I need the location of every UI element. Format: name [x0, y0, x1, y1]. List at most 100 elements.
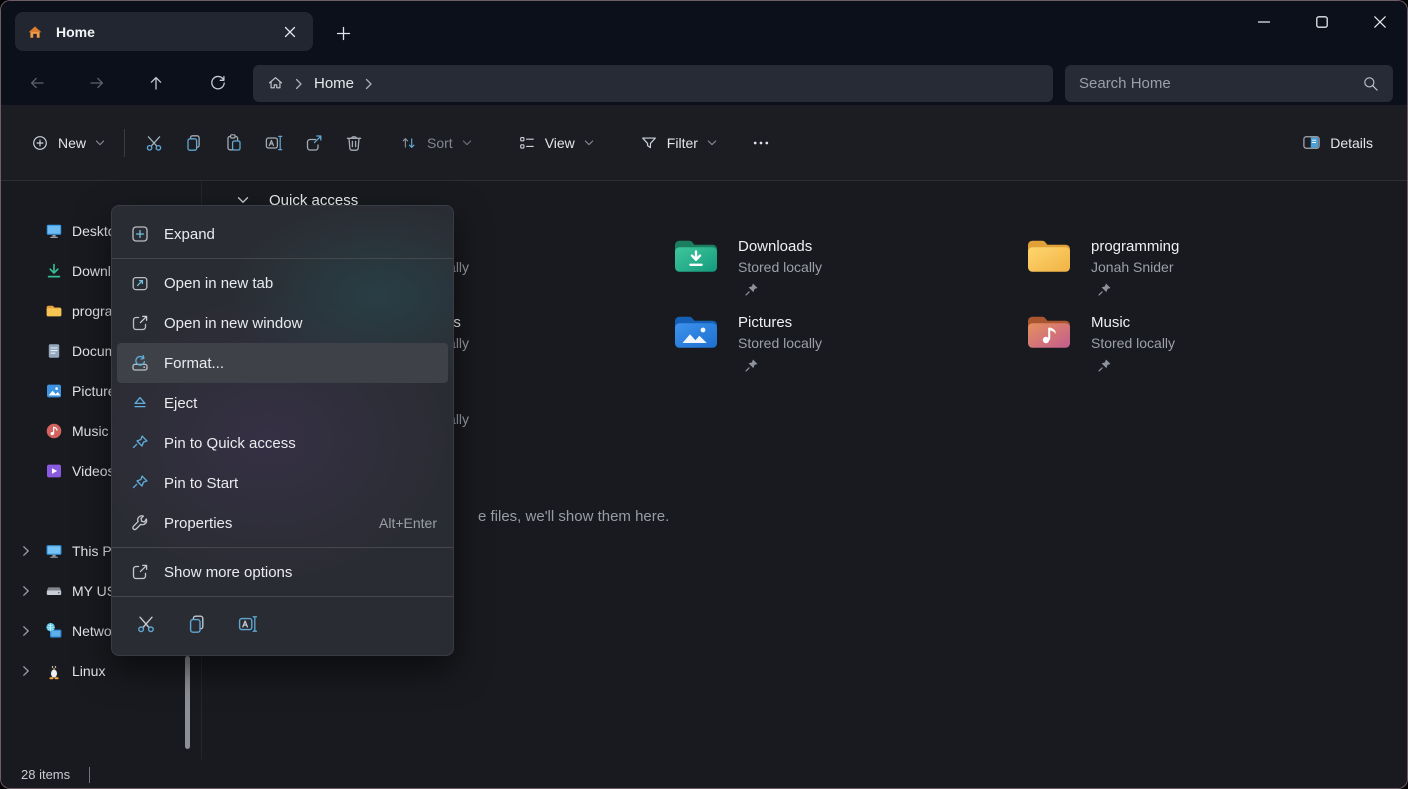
rename-icon — [237, 613, 259, 635]
show-more-options-icon — [130, 562, 150, 582]
pin-icon — [744, 358, 822, 373]
menu-item-label: Eject — [164, 395, 437, 412]
tab-close-button[interactable] — [277, 19, 303, 45]
pictures-icon — [45, 382, 63, 400]
documents-icon — [45, 342, 63, 360]
tile-programming[interactable]: programming Jonah Snider — [1026, 236, 1179, 297]
filter-button[interactable]: Filter — [630, 123, 727, 163]
paste-button[interactable] — [214, 123, 254, 163]
menu-item-shortcut: Alt+Enter — [379, 515, 437, 531]
back-arrow-icon — [28, 74, 46, 92]
view-button-label: View — [545, 135, 575, 151]
copy-icon — [186, 613, 208, 635]
view-icon — [518, 134, 536, 152]
menu-item-label: Open in new tab — [164, 275, 437, 292]
chevron-right-icon[interactable] — [21, 545, 31, 557]
details-pane-icon — [1302, 133, 1321, 152]
open-in-new-window-icon — [130, 313, 150, 333]
search-icon[interactable] — [1362, 75, 1379, 92]
cut-button[interactable] — [128, 606, 164, 642]
tile-subtitle: Jonah Snider — [1091, 257, 1179, 278]
search-input[interactable]: Search Home — [1065, 65, 1393, 102]
cut-icon — [144, 133, 164, 153]
up-button[interactable] — [139, 67, 173, 99]
menu-item-eject[interactable]: Eject — [112, 383, 453, 423]
menu-item-pin-to-quick-access[interactable]: Pin to Quick access — [112, 423, 453, 463]
tile-name: Pictures — [738, 313, 822, 333]
tile-music[interactable]: Music Stored locally — [1026, 312, 1175, 373]
tab-title: Home — [56, 24, 277, 40]
folder-icon — [45, 302, 63, 320]
videos-icon — [45, 462, 63, 480]
menu-separator — [112, 258, 453, 259]
new-button[interactable]: New — [21, 123, 115, 163]
tab-home[interactable]: Home — [15, 12, 313, 51]
refresh-icon — [209, 74, 227, 92]
menu-item-properties[interactable]: Properties Alt+Enter — [112, 503, 453, 543]
rename-button[interactable] — [254, 123, 294, 163]
details-button[interactable]: Details — [1292, 123, 1383, 163]
pin-icon — [1097, 282, 1179, 297]
chevron-right-icon[interactable] — [21, 585, 31, 597]
sidebar-item-label: Videos — [72, 463, 115, 479]
context-menu: Expand Open in new tab Open in new windo… — [111, 205, 454, 656]
pin-icon — [1097, 358, 1175, 373]
menu-item-expand[interactable]: Expand — [112, 214, 453, 254]
view-button[interactable]: View — [508, 123, 604, 163]
cut-button[interactable] — [134, 123, 174, 163]
new-tab-button[interactable] — [329, 19, 357, 47]
tile-downloads[interactable]: Downloads Stored locally — [673, 236, 822, 297]
tile-name: Downloads — [738, 237, 822, 257]
minimize-button[interactable] — [1235, 1, 1293, 43]
computer-icon — [45, 542, 63, 560]
tile-pictures[interactable]: Pictures Stored locally — [673, 312, 822, 373]
copy-button[interactable] — [174, 123, 214, 163]
forward-button[interactable] — [80, 67, 114, 99]
sidebar-item-label: Linux — [72, 663, 105, 679]
sort-button-label: Sort — [427, 135, 453, 151]
sidebar-item-linux[interactable]: Linux — [1, 651, 199, 691]
new-plus-icon — [31, 134, 49, 152]
folder-downloads-icon — [673, 236, 719, 276]
folder-icon — [1026, 236, 1072, 276]
up-arrow-icon — [147, 74, 165, 92]
delete-button[interactable] — [334, 123, 374, 163]
folder-pictures-icon — [673, 312, 719, 352]
chevron-right-icon[interactable] — [21, 665, 31, 677]
window-controls — [1235, 1, 1408, 43]
chevron-down-icon[interactable] — [237, 196, 249, 205]
sort-button[interactable]: Sort — [390, 123, 482, 163]
tile-subtitle: Stored locally — [1091, 333, 1175, 354]
breadcrumb[interactable]: Home — [253, 65, 1053, 102]
more-options-button[interactable] — [741, 123, 781, 163]
menu-item-format[interactable]: Format... — [117, 343, 448, 383]
menu-item-open-in-new-window[interactable]: Open in new window — [112, 303, 453, 343]
close-window-button[interactable] — [1351, 1, 1408, 43]
share-button[interactable] — [294, 123, 334, 163]
format-drive-icon — [130, 353, 150, 373]
menu-item-pin-to-start[interactable]: Pin to Start — [112, 463, 453, 503]
back-button[interactable] — [20, 67, 54, 99]
command-bar: New Sort View — [1, 105, 1408, 181]
breadcrumb-chevron-icon — [364, 78, 374, 90]
sidebar-scrollbar-thumb[interactable] — [185, 656, 190, 749]
file-explorer-window: Home — [0, 0, 1408, 789]
chevron-down-icon — [95, 139, 105, 147]
chevron-right-icon[interactable] — [21, 625, 31, 637]
rename-button[interactable] — [230, 606, 266, 642]
pin-icon — [130, 433, 150, 453]
statusbar-divider — [89, 767, 90, 783]
menu-item-label: Properties — [164, 515, 379, 532]
network-icon — [45, 622, 63, 640]
menu-item-label: Pin to Quick access — [164, 435, 437, 452]
maximize-button[interactable] — [1293, 1, 1351, 43]
eject-icon — [130, 393, 150, 413]
folder-music-icon — [1026, 312, 1072, 352]
wrench-icon — [130, 513, 150, 533]
breadcrumb-item-home[interactable]: Home — [314, 75, 354, 92]
filter-icon — [640, 134, 658, 152]
copy-button[interactable] — [179, 606, 215, 642]
refresh-button[interactable] — [201, 67, 235, 99]
menu-item-show-more-options[interactable]: Show more options — [112, 552, 453, 592]
menu-item-open-in-new-tab[interactable]: Open in new tab — [112, 263, 453, 303]
